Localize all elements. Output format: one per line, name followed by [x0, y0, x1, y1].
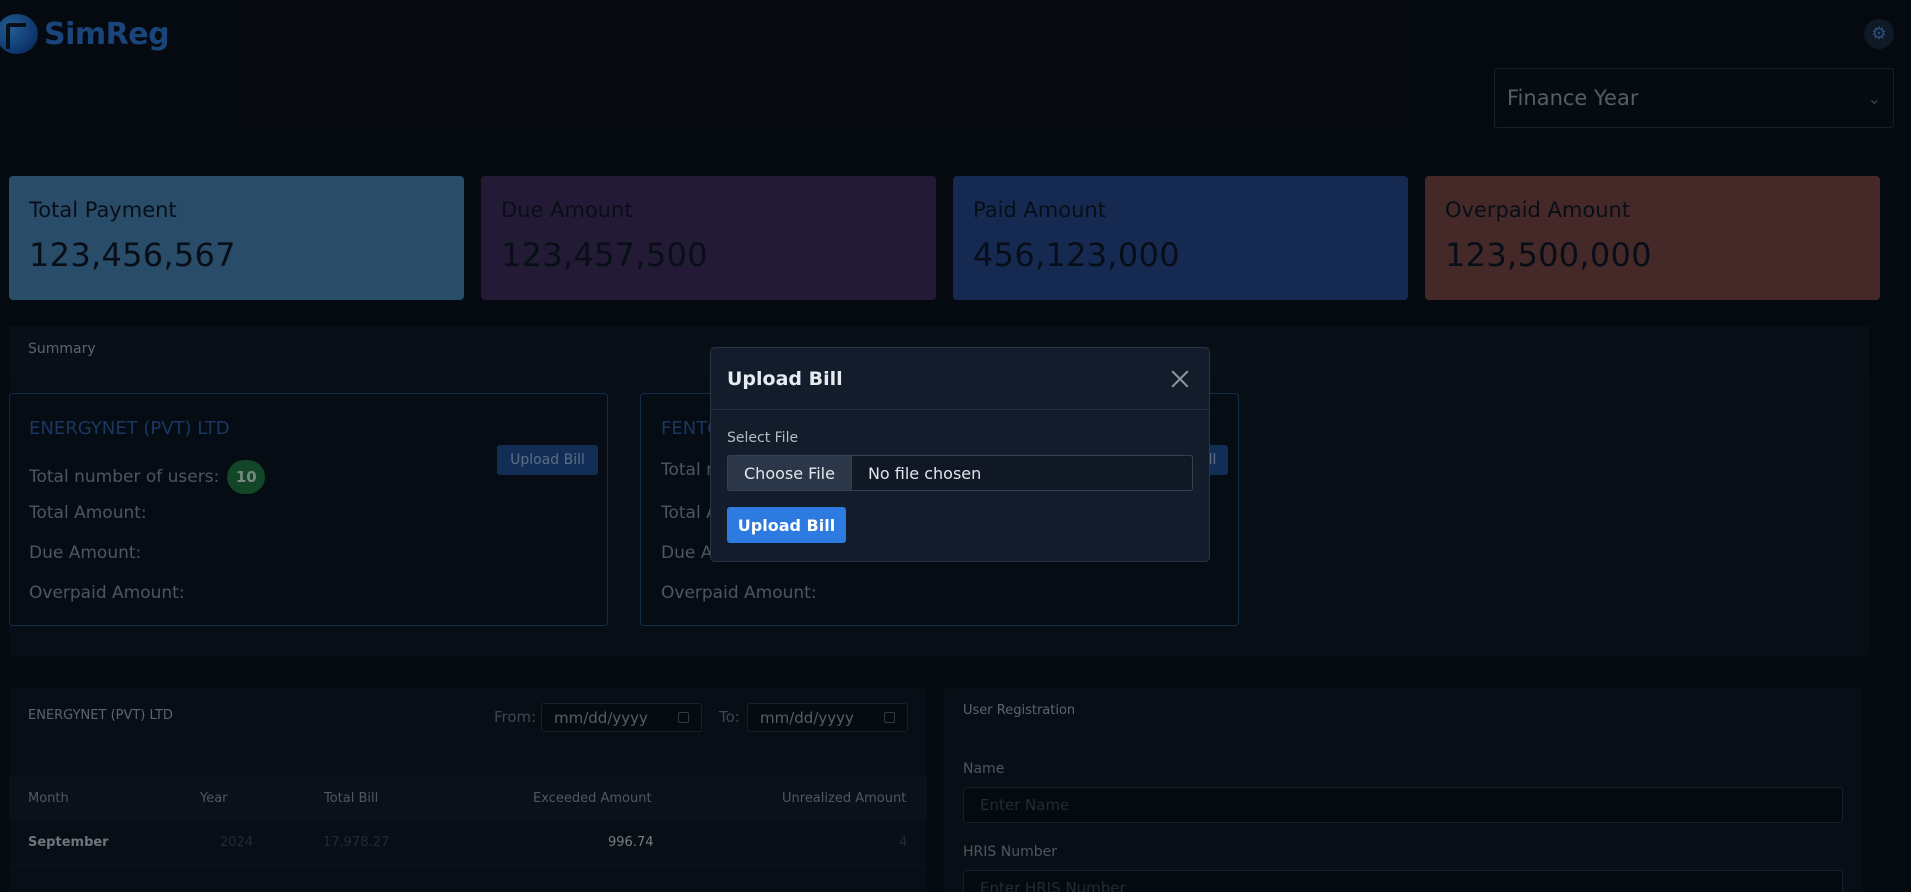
choose-file-button[interactable]: Choose File [728, 456, 852, 490]
upload-bill-submit-button[interactable]: Upload Bill [727, 507, 846, 543]
modal-body: Select File Choose File No file chosen U… [711, 410, 1209, 563]
modal-title: Upload Bill [727, 367, 843, 390]
file-status: No file chosen [867, 463, 982, 483]
file-input[interactable]: Choose File No file chosen [727, 455, 1193, 491]
close-icon[interactable] [1167, 366, 1193, 392]
select-file-label: Select File [727, 430, 799, 446]
modal-header: Upload Bill [711, 348, 1209, 410]
upload-bill-modal: Upload Bill Select File Choose File No f… [710, 347, 1210, 562]
